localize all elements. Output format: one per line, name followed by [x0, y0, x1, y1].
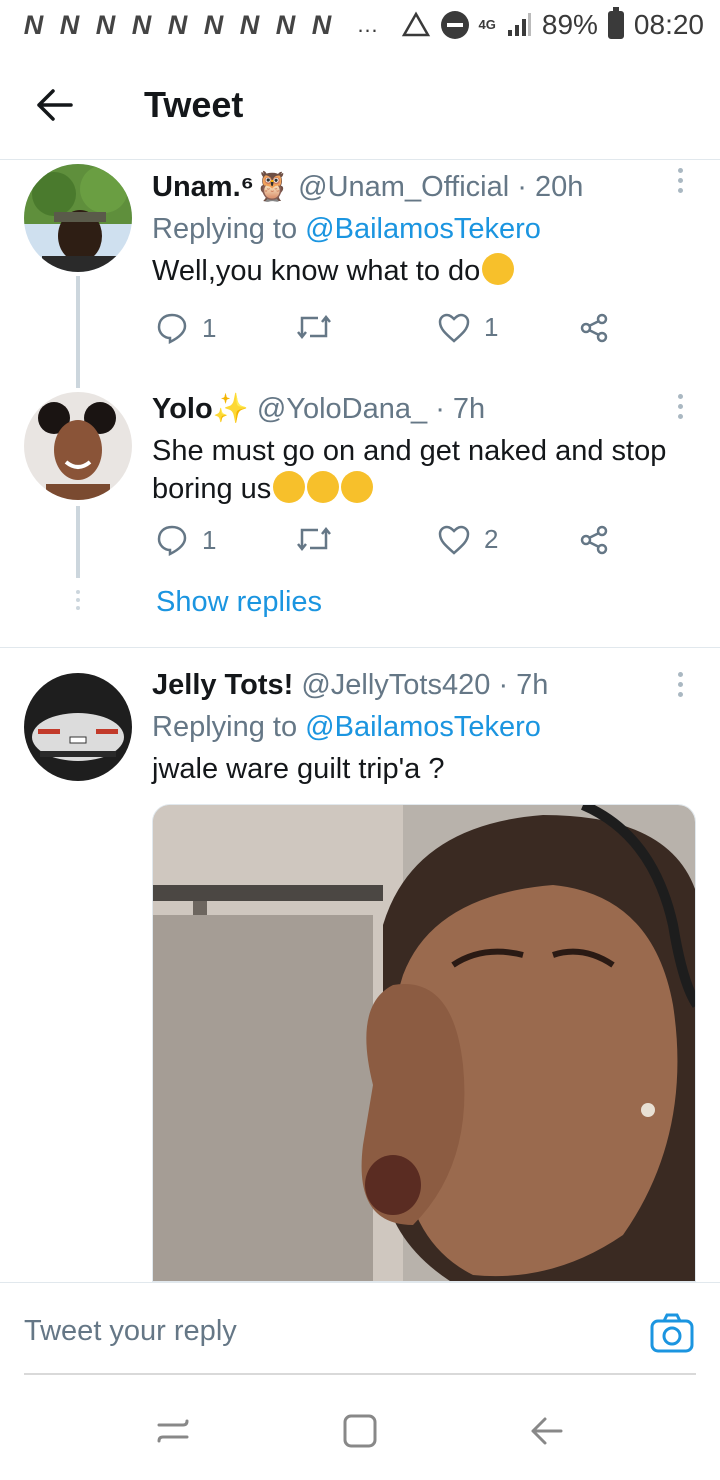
retweet-icon: [297, 526, 331, 552]
reply-count: 1: [202, 312, 217, 343]
like-count: 1: [484, 312, 499, 342]
system-nav-bar: [0, 1382, 720, 1480]
tweet-media-image[interactable]: [152, 804, 696, 1282]
handle[interactable]: @JellyTots420: [301, 669, 490, 701]
more-notifications-icon: …: [356, 12, 381, 37]
reply-button[interactable]: 1: [156, 312, 216, 344]
retweet-button[interactable]: [296, 312, 346, 342]
tweet-header: Yolo✨ @YoloDana_ · 7h: [152, 390, 680, 428]
netflix-notification-icon: N: [131, 9, 153, 40]
share-icon: [580, 525, 608, 555]
thread-line: [76, 276, 80, 388]
share-button[interactable]: [578, 524, 610, 556]
tweet-text: Well,you know what to do: [152, 252, 680, 290]
camera-button[interactable]: [650, 1313, 694, 1357]
notification-icons: N N N N N N N N N: [16, 10, 340, 41]
retweet-button[interactable]: [296, 524, 346, 554]
tweet-unam[interactable]: Unam.⁶🦉 @Unam_Official · 20h Replying to…: [0, 160, 720, 400]
share-button[interactable]: [578, 312, 610, 344]
input-underline: [24, 1373, 696, 1375]
reply-button[interactable]: 1: [156, 524, 216, 556]
netflix-notification-icon: N: [167, 9, 189, 40]
tweet-text: She must go on and get naked and stop bo…: [152, 432, 680, 508]
rolling-laughing-emoji: [307, 471, 340, 503]
show-replies-link[interactable]: Show replies: [156, 586, 322, 619]
divider: [0, 647, 720, 648]
more-options-button[interactable]: [678, 168, 686, 193]
winking-face-emoji: [482, 253, 515, 285]
thread-line: [76, 506, 80, 578]
replying-to: Replying to @BailamosTekero: [152, 210, 680, 248]
status-bar: N N N N N N N N N … 4G 89% 08:20: [0, 0, 720, 50]
reply-icon: [157, 525, 187, 556]
thread-gap-indicator: [76, 590, 80, 610]
home-icon: [343, 1414, 377, 1448]
network-type: 4G: [478, 17, 496, 32]
display-name[interactable]: Jelly Tots!: [152, 669, 293, 701]
heart-icon: [438, 525, 470, 555]
recents-button[interactable]: [143, 1401, 203, 1461]
back-icon: [531, 1417, 563, 1445]
system-back-button[interactable]: [517, 1401, 577, 1461]
like-button[interactable]: 2: [438, 524, 498, 555]
heart-icon: [438, 313, 470, 343]
like-button[interactable]: 1: [438, 312, 498, 343]
replying-label: Replying to: [152, 213, 298, 245]
tweet-yolo[interactable]: Yolo✨ @YoloDana_ · 7h She must go on and…: [0, 386, 720, 648]
retweet-icon: [297, 314, 331, 340]
page-title: Tweet: [144, 83, 244, 125]
arrow-left-icon: [37, 88, 73, 121]
netflix-notification-icon: N: [203, 9, 225, 40]
tweet-text: jwale ware guilt trip'a ?: [152, 753, 445, 785]
reply-count: 1: [202, 524, 217, 555]
timestamp: · 7h: [498, 669, 549, 701]
reply-input[interactable]: Tweet your reply: [24, 1315, 237, 1348]
replying-label: Replying to: [152, 711, 298, 743]
do-not-disturb-icon: [440, 11, 469, 39]
netflix-notification-icon: N: [239, 9, 261, 40]
timestamp: · 20h: [517, 171, 584, 203]
display-name[interactable]: Unam.⁶🦉: [152, 171, 290, 203]
reply-icon: [157, 313, 187, 344]
more-options-button[interactable]: [678, 394, 686, 419]
netflix-notification-icon: N: [59, 9, 81, 40]
display-name[interactable]: Yolo✨: [152, 393, 249, 425]
rolling-laughing-emoji: [273, 471, 306, 503]
tweet-actions: 1 2: [152, 524, 652, 564]
camera-icon: [650, 1313, 694, 1353]
recents-icon: [157, 1419, 189, 1443]
netflix-notification-icon: N: [311, 9, 333, 40]
netflix-notification-icon: N: [95, 9, 117, 40]
avatar[interactable]: [24, 164, 132, 272]
more-options-button[interactable]: [678, 672, 686, 697]
tweet-header: Unam.⁶🦉 @Unam_Official · 20h: [152, 168, 680, 206]
avatar[interactable]: [24, 673, 132, 781]
signal-icon: [507, 13, 531, 36]
rolling-laughing-emoji: [341, 471, 374, 503]
home-button[interactable]: [330, 1401, 390, 1461]
replying-to: Replying to @BailamosTekero: [152, 708, 680, 746]
tweet-actions: 1 1: [152, 312, 652, 352]
handle[interactable]: @YoloDana_: [257, 393, 427, 425]
clock: 08:20: [633, 9, 704, 40]
replying-handle-link[interactable]: @BailamosTekero: [305, 711, 541, 743]
netflix-notification-icon: N: [23, 9, 45, 40]
timestamp: · 7h: [435, 393, 486, 425]
tweet-text-content: Well,you know what to do: [152, 255, 481, 287]
netflix-notification-icon: N: [275, 9, 297, 40]
tweet-text-content: She must go on and get naked and stop bo…: [152, 435, 667, 505]
handle[interactable]: @Unam_Official: [298, 171, 509, 203]
app-bar: Tweet: [0, 50, 720, 160]
share-icon: [580, 313, 608, 343]
reply-composer: Tweet your reply: [0, 1282, 720, 1382]
back-button[interactable]: [0, 50, 110, 160]
recycle-icon: [401, 11, 430, 37]
tweet-header: Jelly Tots! @JellyTots420 · 7h: [152, 666, 680, 704]
avatar[interactable]: [24, 392, 132, 500]
battery-icon: [607, 7, 624, 39]
replying-handle-link[interactable]: @BailamosTekero: [305, 213, 541, 245]
battery-percent: 89%: [541, 9, 598, 40]
like-count: 2: [484, 524, 499, 554]
